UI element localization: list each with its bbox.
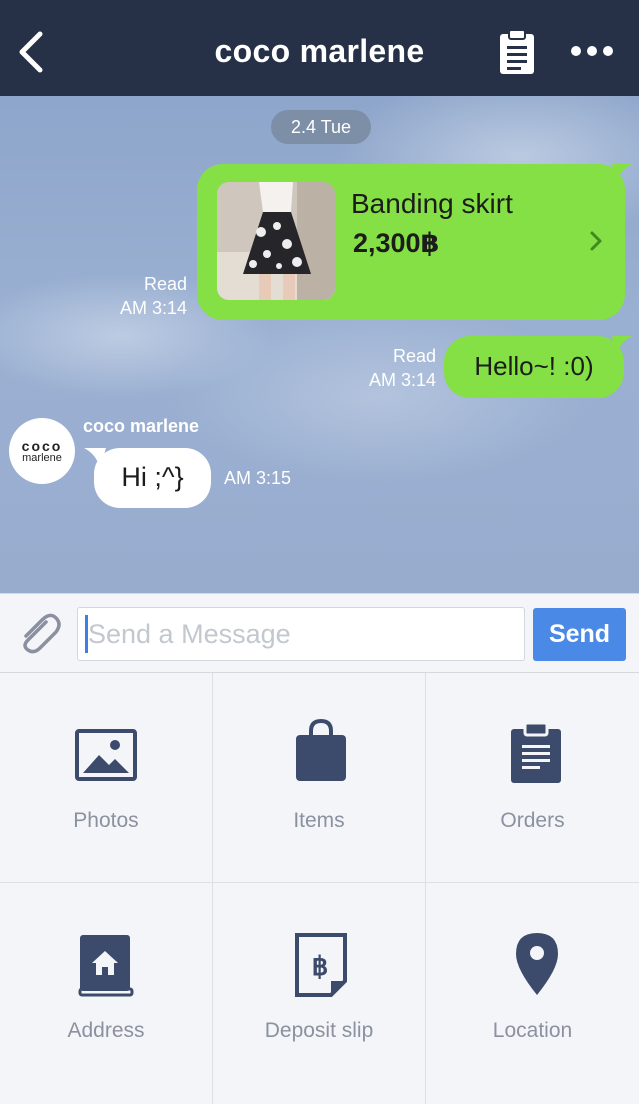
menu-item-orders[interactable]: Orders xyxy=(426,673,639,883)
message-meta: Read AM 3:14 xyxy=(100,272,187,320)
message-text: Hello~! :0) xyxy=(474,351,594,381)
read-status: Read xyxy=(392,346,436,366)
message-meta: Read AM 3:14 xyxy=(348,344,436,392)
svg-text:฿: ฿ xyxy=(312,951,329,981)
location-pin-icon xyxy=(516,933,558,995)
menu-item-label: Photos xyxy=(73,809,139,832)
text-caret xyxy=(85,615,88,653)
deposit-slip-icon: ฿ xyxy=(295,933,347,997)
menu-item-photos[interactable]: Photos xyxy=(0,673,213,883)
chevron-right-icon[interactable] xyxy=(589,230,603,252)
photo-icon xyxy=(75,729,137,781)
clipboard-list-icon xyxy=(511,721,561,783)
sender-name: coco marlene xyxy=(83,416,200,436)
more-dots-icon[interactable] xyxy=(570,44,614,58)
menu-item-location[interactable]: Location xyxy=(426,883,639,1104)
bubble-tail xyxy=(612,164,632,184)
menu-item-items[interactable]: Items xyxy=(213,673,426,883)
menu-item-label: Location xyxy=(492,1019,573,1042)
product-name: Banding skirt xyxy=(351,188,513,219)
paperclip-icon[interactable] xyxy=(16,612,62,656)
send-button[interactable]: Send xyxy=(533,608,626,661)
avatar-text: marlene xyxy=(22,452,62,464)
product-price: 2,300฿ xyxy=(353,228,440,258)
menu-item-label: Address xyxy=(67,1019,145,1042)
message-text: Hi ;^} xyxy=(121,462,184,492)
menu-item-label: Items xyxy=(293,809,345,832)
avatar[interactable]: coco marlene xyxy=(9,418,75,484)
address-book-icon xyxy=(78,935,134,997)
shopping-bag-icon xyxy=(296,719,346,781)
menu-item-deposit-slip[interactable]: ฿ Deposit slip xyxy=(213,883,426,1104)
menu-item-label: Deposit slip xyxy=(264,1019,374,1042)
skirt-photo-icon xyxy=(217,182,335,300)
clipboard-icon[interactable] xyxy=(498,28,536,76)
product-message-bubble[interactable]: Banding skirt 2,300฿ xyxy=(197,164,625,320)
date-separator: 2.4 Tue xyxy=(271,110,371,144)
message-time: AM 3:14 xyxy=(119,298,187,318)
header-bar: coco marlene xyxy=(0,0,639,96)
bubble-tail xyxy=(612,336,632,356)
chat-title: coco marlene xyxy=(214,33,425,69)
product-thumbnail[interactable] xyxy=(217,182,335,300)
text-message-bubble[interactable]: Hi ;^} xyxy=(94,448,211,508)
chat-area[interactable]: 2.4 Tue Read AM 3:14 Banding skirt 2,300… xyxy=(0,96,639,593)
message-input[interactable] xyxy=(77,607,525,661)
read-status: Read xyxy=(143,274,187,294)
feature-menu: Photos Items Orders Address ฿ Deposit sl… xyxy=(0,673,639,1104)
composer-bar: Send xyxy=(0,593,639,673)
menu-item-label: Orders xyxy=(500,809,565,832)
message-time: AM 3:15 xyxy=(224,468,292,488)
text-message-bubble[interactable]: Hello~! :0) xyxy=(444,336,624,398)
menu-item-address[interactable]: Address xyxy=(0,883,213,1104)
message-time: AM 3:14 xyxy=(368,370,436,390)
